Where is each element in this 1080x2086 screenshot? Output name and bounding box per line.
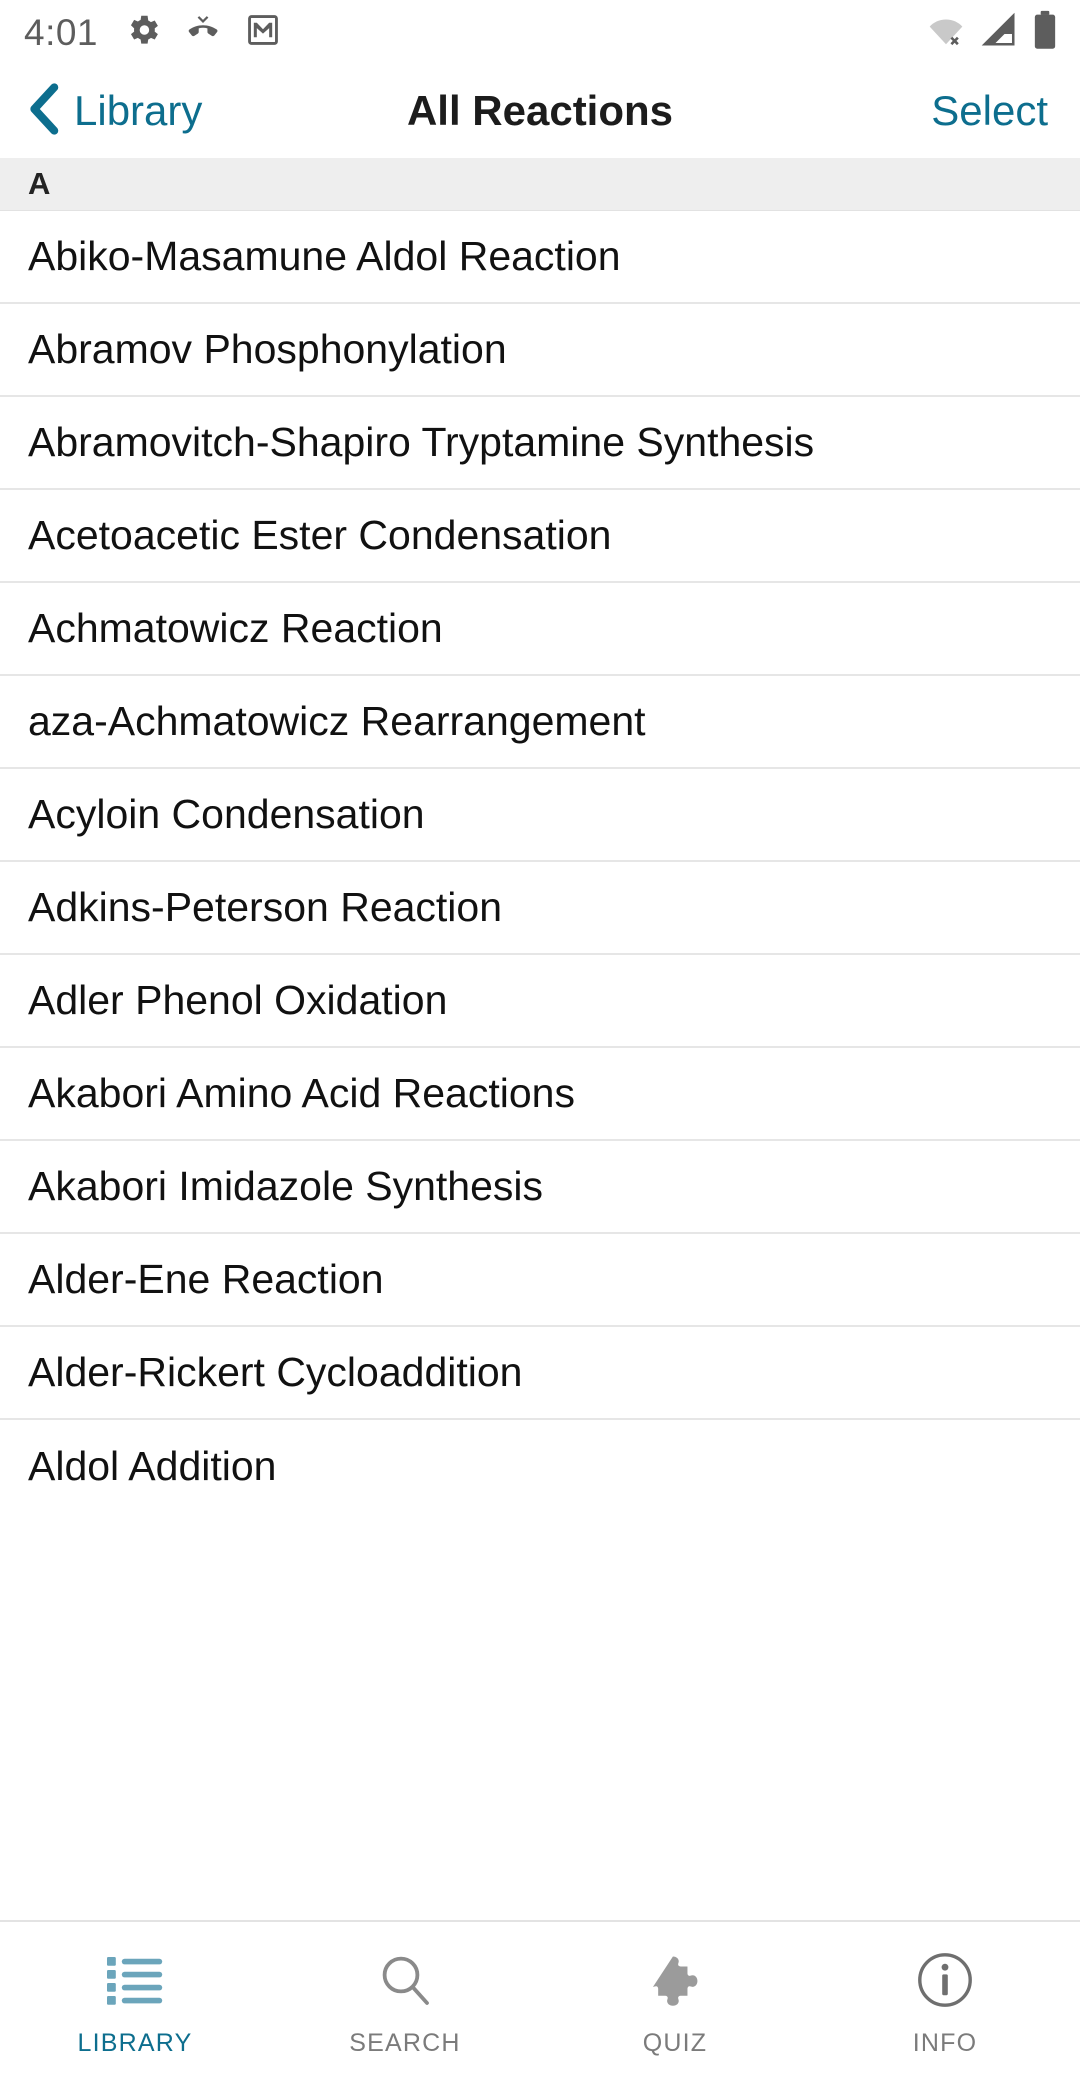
- list-item[interactable]: Adler Phenol Oxidation: [0, 955, 1080, 1048]
- status-right-icons: [926, 10, 1058, 55]
- missed-call-icon: [184, 11, 222, 54]
- list-item-label: Akabori Amino Acid Reactions: [28, 1069, 575, 1116]
- list-item-label: Alder-Rickert Cycloaddition: [28, 1348, 523, 1395]
- list-item-label: Abramovitch-Shapiro Tryptamine Synthesis: [28, 418, 815, 465]
- list-item[interactable]: Acetoacetic Ester Condensation: [0, 490, 1080, 583]
- list-item[interactable]: Achmatowicz Reaction: [0, 583, 1080, 676]
- select-button[interactable]: Select: [931, 90, 1080, 132]
- list-item[interactable]: Abramovitch-Shapiro Tryptamine Synthesis: [0, 397, 1080, 490]
- search-icon: [377, 1951, 433, 2009]
- list-item-label: Adler Phenol Oxidation: [28, 976, 448, 1023]
- list-item-label: Akabori Imidazole Synthesis: [28, 1162, 544, 1209]
- list-item[interactable]: Acyloin Condensation: [0, 769, 1080, 862]
- tab-label: QUIZ: [642, 2028, 708, 2057]
- list-item[interactable]: Abiko-Masamune Aldol Reaction: [0, 211, 1080, 304]
- tab-library[interactable]: LIBRARY: [0, 1922, 270, 2086]
- settings-gear-icon: [124, 11, 162, 54]
- list-item[interactable]: Akabori Amino Acid Reactions: [0, 1048, 1080, 1141]
- gmail-icon: [244, 11, 282, 54]
- list-item[interactable]: Akabori Imidazole Synthesis: [0, 1141, 1080, 1234]
- reactions-list[interactable]: A Abiko-Masamune Aldol Reaction Abramov …: [0, 158, 1080, 1920]
- list-item[interactable]: aza-Achmatowicz Rearrangement: [0, 676, 1080, 769]
- list-item-label: Aldol Addition: [28, 1442, 277, 1489]
- list-item-label: Abramov Phosphonylation: [28, 325, 507, 372]
- status-bar: 4:01: [0, 0, 1080, 64]
- tab-label: SEARCH: [349, 2028, 461, 2057]
- list-item[interactable]: Adkins-Peterson Reaction: [0, 862, 1080, 955]
- list-item-label: Abiko-Masamune Aldol Reaction: [28, 232, 621, 279]
- list-item[interactable]: Alder-Rickert Cycloaddition: [0, 1327, 1080, 1420]
- chevron-left-icon: [26, 82, 60, 140]
- back-button[interactable]: Library: [0, 82, 203, 140]
- list-item-label: Achmatowicz Reaction: [28, 604, 443, 651]
- cellular-signal-icon: [980, 11, 1018, 54]
- tab-info[interactable]: INFO: [810, 1922, 1080, 2086]
- list-icon: [107, 1951, 163, 2009]
- tab-label: LIBRARY: [77, 2028, 193, 2057]
- list-item-label: Acetoacetic Ester Condensation: [28, 511, 612, 558]
- puzzle-piece-icon: [648, 1951, 702, 2009]
- list-item-label: Alder-Ene Reaction: [28, 1255, 384, 1302]
- list-item-label: aza-Achmatowicz Rearrangement: [28, 697, 646, 744]
- bottom-tab-bar: LIBRARY SEARCH QUIZ INFO: [0, 1920, 1080, 2086]
- tab-quiz[interactable]: QUIZ: [540, 1922, 810, 2086]
- back-button-label: Library: [74, 87, 203, 134]
- app-screen: 4:01 Library All Reactions Select A Abik…: [0, 0, 1080, 2086]
- navigation-bar: Library All Reactions Select: [0, 64, 1080, 158]
- wifi-disconnected-icon: [926, 11, 966, 54]
- status-left-icons: [124, 11, 282, 54]
- tab-search[interactable]: SEARCH: [270, 1922, 540, 2086]
- section-header-a: A: [0, 158, 1080, 211]
- info-circle-icon: [917, 1951, 973, 2009]
- list-item[interactable]: Abramov Phosphonylation: [0, 304, 1080, 397]
- tab-label: INFO: [912, 2028, 978, 2057]
- status-clock: 4:01: [24, 11, 99, 53]
- list-item-partial[interactable]: Aldol Addition: [0, 1420, 1080, 1513]
- list-item-label: Acyloin Condensation: [28, 790, 425, 837]
- list-item-label: Adkins-Peterson Reaction: [28, 883, 503, 930]
- list-item[interactable]: Alder-Ene Reaction: [0, 1234, 1080, 1327]
- battery-full-icon: [1032, 10, 1058, 55]
